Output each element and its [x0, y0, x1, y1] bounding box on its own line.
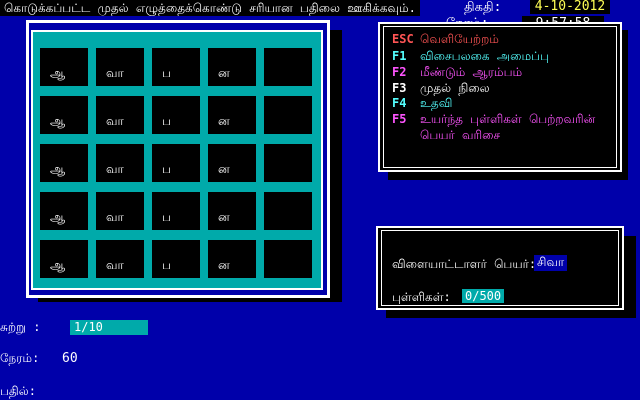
cell-letter: ப [162, 114, 171, 128]
cell-letter: ன [218, 162, 230, 176]
menu-item-label: முதல் நிலை [420, 81, 490, 95]
board-cell[interactable]: வா [96, 96, 144, 134]
cell-letter: ப [162, 258, 171, 272]
cell-letter: வா [106, 66, 124, 80]
menu-item[interactable]: F4 உதவி [392, 95, 452, 111]
board-cell[interactable]: ப [152, 192, 200, 230]
menu-item-key: ESC [392, 32, 414, 46]
board-cell[interactable]: ஆ [40, 192, 88, 230]
menu-item[interactable]: F2 மீண்டும் ஆரம்பம் [392, 64, 522, 80]
board-cell[interactable]: வா [96, 240, 144, 278]
menu-item-key: F3 [392, 81, 407, 95]
game-board: ஆ வா ப ன ஆ வா ப ன ஆ வா ப ன ஆ வா ப ன ஆ வா ப ன [31, 30, 323, 290]
menu-item-label: விசைபலகை அமைப்பு [420, 49, 550, 63]
board-cell[interactable]: ன [208, 240, 256, 278]
cell-letter: ப [162, 66, 171, 80]
menu-item[interactable]: F3 முதல் நிலை [392, 80, 490, 96]
board-cell[interactable]: வா [96, 192, 144, 230]
timer-value: 60 [62, 351, 78, 366]
board-cell[interactable] [264, 192, 312, 230]
menu-item[interactable]: F5 உயர்ந்த புள்ளிகள் பெற்றவரின் [392, 111, 595, 127]
menu-item-label: மீண்டும் ஆரம்பம் [420, 65, 523, 79]
board-cell[interactable] [264, 144, 312, 182]
board-cell[interactable] [264, 48, 312, 86]
board-cell[interactable]: ஆ [40, 240, 88, 278]
cell-letter: வா [106, 258, 124, 272]
menu-item-key: F5 [392, 112, 407, 126]
menu-item-label: உயர்ந்த புள்ளிகள் பெற்றவரின் [420, 112, 596, 126]
board-cell[interactable]: ப [152, 144, 200, 182]
cell-letter: ப [162, 210, 171, 224]
board-cell[interactable]: ன [208, 144, 256, 182]
score-label: புள்ளிகள்: [392, 290, 451, 304]
date-value: 4-10-2012 [530, 0, 610, 14]
answer-label: பதில்: [0, 384, 36, 398]
cell-letter: ஆ [50, 162, 66, 176]
board-cell[interactable]: ப [152, 48, 200, 86]
cell-letter: ன [218, 210, 230, 224]
player-name-value: சிவா [534, 255, 568, 271]
menu-item[interactable]: F1 விசைபலகை அமைப்பு [392, 48, 549, 64]
menu-item-label-continuation: பெயர் வரிசை [420, 128, 501, 142]
score-value: 0/500 [462, 289, 505, 303]
board-cell[interactable]: ன [208, 48, 256, 86]
board-cell[interactable]: வா [96, 144, 144, 182]
cell-letter: ஆ [50, 258, 66, 272]
cell-letter: வா [106, 114, 124, 128]
menu-item-key: F1 [392, 49, 407, 63]
timer-label: நேரம்: [0, 351, 40, 365]
board-cell[interactable] [264, 240, 312, 278]
cell-letter: ப [162, 162, 171, 176]
instruction-banner: கொடுக்கப்பட்ட முதல் எழுத்தைக்கொண்டு சரிய… [0, 0, 420, 16]
board-cell[interactable]: ப [152, 96, 200, 134]
board-cell[interactable]: ஆ [40, 144, 88, 182]
cell-letter: வா [106, 162, 124, 176]
board-cell[interactable]: ன [208, 96, 256, 134]
cell-letter: ன [218, 114, 230, 128]
cell-letter: ஆ [50, 66, 66, 80]
cell-letter: வா [106, 210, 124, 224]
menu-item[interactable]: ESC வெளியேற்றம் [392, 31, 499, 47]
board-cell[interactable]: ஆ [40, 96, 88, 134]
cell-letter: ஆ [50, 210, 66, 224]
board-cell[interactable]: வா [96, 48, 144, 86]
cell-letter: ன [218, 258, 230, 272]
menu-item-key: F2 [392, 65, 407, 79]
menu-item-label: உதவி [420, 96, 453, 110]
player-name-label: விளையாட்டாளர் பெயர்: [392, 257, 537, 271]
board-cell[interactable]: ஆ [40, 48, 88, 86]
round-label: சுற்று : [0, 320, 41, 334]
round-value: 1/10 [70, 320, 148, 335]
cell-letter: ஆ [50, 114, 66, 128]
board-cell[interactable]: ன [208, 192, 256, 230]
date-label: திகதி: [464, 0, 502, 15]
board-cell[interactable] [264, 96, 312, 134]
menu-item-key: F4 [392, 96, 407, 110]
cell-letter: ன [218, 66, 230, 80]
board-cell[interactable]: ப [152, 240, 200, 278]
menu-item-label: வெளியேற்றம் [420, 32, 499, 46]
